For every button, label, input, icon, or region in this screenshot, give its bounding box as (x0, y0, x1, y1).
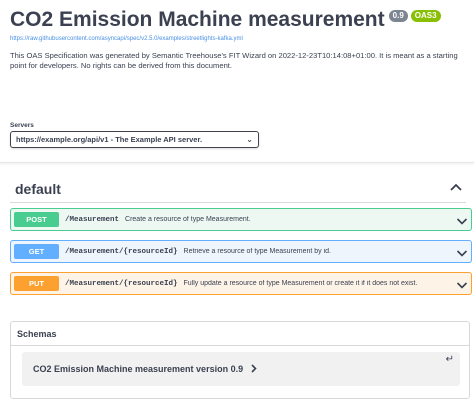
spec-url-link[interactable]: https://raw.githubusercontent.com/asynca… (10, 36, 470, 42)
tag-name: default (15, 180, 61, 197)
servers-section: Servers https://example.org/api/v1 - The… (10, 122, 259, 148)
servers-select[interactable]: https://example.org/api/v1 - The Example… (10, 131, 259, 148)
operation-summary: Create a resource of type Measurement. (125, 216, 251, 223)
scheme-container-divider (0, 162, 474, 163)
operation-path: /Measurement (65, 215, 120, 224)
chevron-right-icon[interactable] (251, 363, 257, 375)
operation-path: /Measurement/{resourceId} (65, 247, 178, 256)
schemas-header[interactable]: Schemas (11, 322, 469, 346)
title-row: CO2 Emission Machine measurement 0.9 OAS… (10, 6, 470, 34)
operation-summary: Fully update a resource of type Measurem… (183, 280, 418, 287)
model-container[interactable]: CO2 Emission Machine measurement version… (22, 352, 460, 386)
operation-put-measurement[interactable]: PUT /Measurement/{resourceId} Fully upda… (10, 272, 472, 295)
method-badge-put: PUT (14, 276, 59, 291)
api-info: CO2 Emission Machine measurement 0.9 OAS… (10, 6, 470, 71)
api-description: This OAS Specification was generated by … (10, 51, 458, 70)
operation-get-measurement[interactable]: GET /Measurement/{resourceId} Retrieve a… (10, 240, 472, 263)
operation-post-measurement[interactable]: POST /Measurement Create a resource of t… (10, 208, 472, 231)
version-badge: 0.9 (388, 10, 408, 22)
operation-summary: Retrieve a resource of type Measurement … (183, 248, 331, 255)
chevron-down-icon[interactable] (456, 278, 468, 290)
method-badge-get: GET (14, 244, 59, 259)
servers-selected-value: https://example.org/api/v1 - The Example… (16, 135, 203, 144)
chevron-up-icon[interactable] (450, 182, 466, 195)
oas-badge: OAS3 (410, 10, 441, 22)
page-title: CO2 Emission Machine measurement (10, 8, 385, 31)
method-badge-post: POST (14, 212, 59, 227)
schemas-section: Schemas CO2 Emission Machine measurement… (10, 321, 470, 399)
servers-label: Servers (10, 122, 34, 129)
model-name[interactable]: CO2 Emission Machine measurement version… (33, 364, 243, 374)
operation-path: /Measurement/{resourceId} (65, 279, 178, 288)
chevron-down-icon: ⌄ (246, 135, 253, 144)
return-arrow-icon[interactable]: ↵ (446, 354, 454, 365)
chevron-down-icon[interactable] (456, 214, 468, 226)
tag-section-default[interactable]: default (10, 175, 466, 203)
chevron-down-icon[interactable] (456, 246, 468, 258)
